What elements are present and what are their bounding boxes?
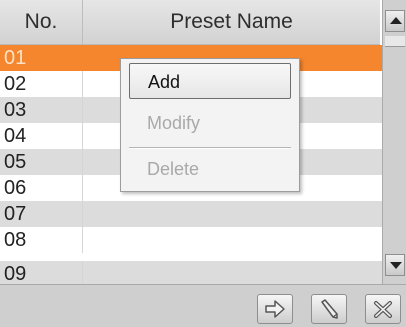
menu-item-add[interactable]: Add	[129, 63, 291, 99]
row-number: 08	[4, 229, 27, 251]
row-number: 07	[4, 203, 27, 225]
row-preset-name	[82, 201, 382, 227]
table-row[interactable]: 08	[0, 227, 382, 253]
bottom-toolbar	[0, 284, 406, 327]
table-row[interactable]: 09	[0, 261, 382, 284]
menu-divider	[129, 147, 291, 149]
row-number: 09	[4, 263, 27, 284]
table-header: No. Preset Name	[0, 0, 380, 45]
scroll-down-button[interactable]	[385, 254, 405, 276]
row-number: 02	[4, 73, 27, 95]
arrow-down-icon	[390, 262, 402, 269]
arrow-up-icon	[390, 17, 402, 24]
scroll-up-button[interactable]	[385, 10, 405, 32]
row-preset-name	[82, 227, 382, 253]
row-number: 05	[4, 151, 27, 173]
row-number: 04	[4, 125, 27, 147]
row-number: 06	[4, 177, 27, 199]
vertical-scrollbar[interactable]	[382, 0, 406, 284]
scrollbar-thumb[interactable]	[385, 36, 405, 47]
close-button[interactable]	[365, 294, 401, 324]
row-preset-name	[82, 261, 382, 284]
menu-item-delete[interactable]: Delete	[129, 151, 291, 187]
menu-item-modify[interactable]: Modify	[129, 105, 291, 141]
row-number: 03	[4, 99, 27, 121]
close-icon	[374, 301, 392, 318]
table-row[interactable]: 07	[0, 201, 382, 227]
column-header-no[interactable]: No.	[0, 0, 83, 44]
row-number: 01	[4, 47, 27, 69]
next-button[interactable]	[257, 294, 293, 324]
context-menu: Add Modify Delete	[120, 58, 300, 192]
edit-button[interactable]	[311, 294, 347, 324]
preset-dialog: No. Preset Name 01 02 03 04 05 06 07 08 …	[0, 0, 406, 327]
arrow-right-icon	[265, 300, 285, 318]
pencil-icon	[321, 299, 338, 319]
column-header-preset-name[interactable]: Preset Name	[83, 0, 380, 44]
